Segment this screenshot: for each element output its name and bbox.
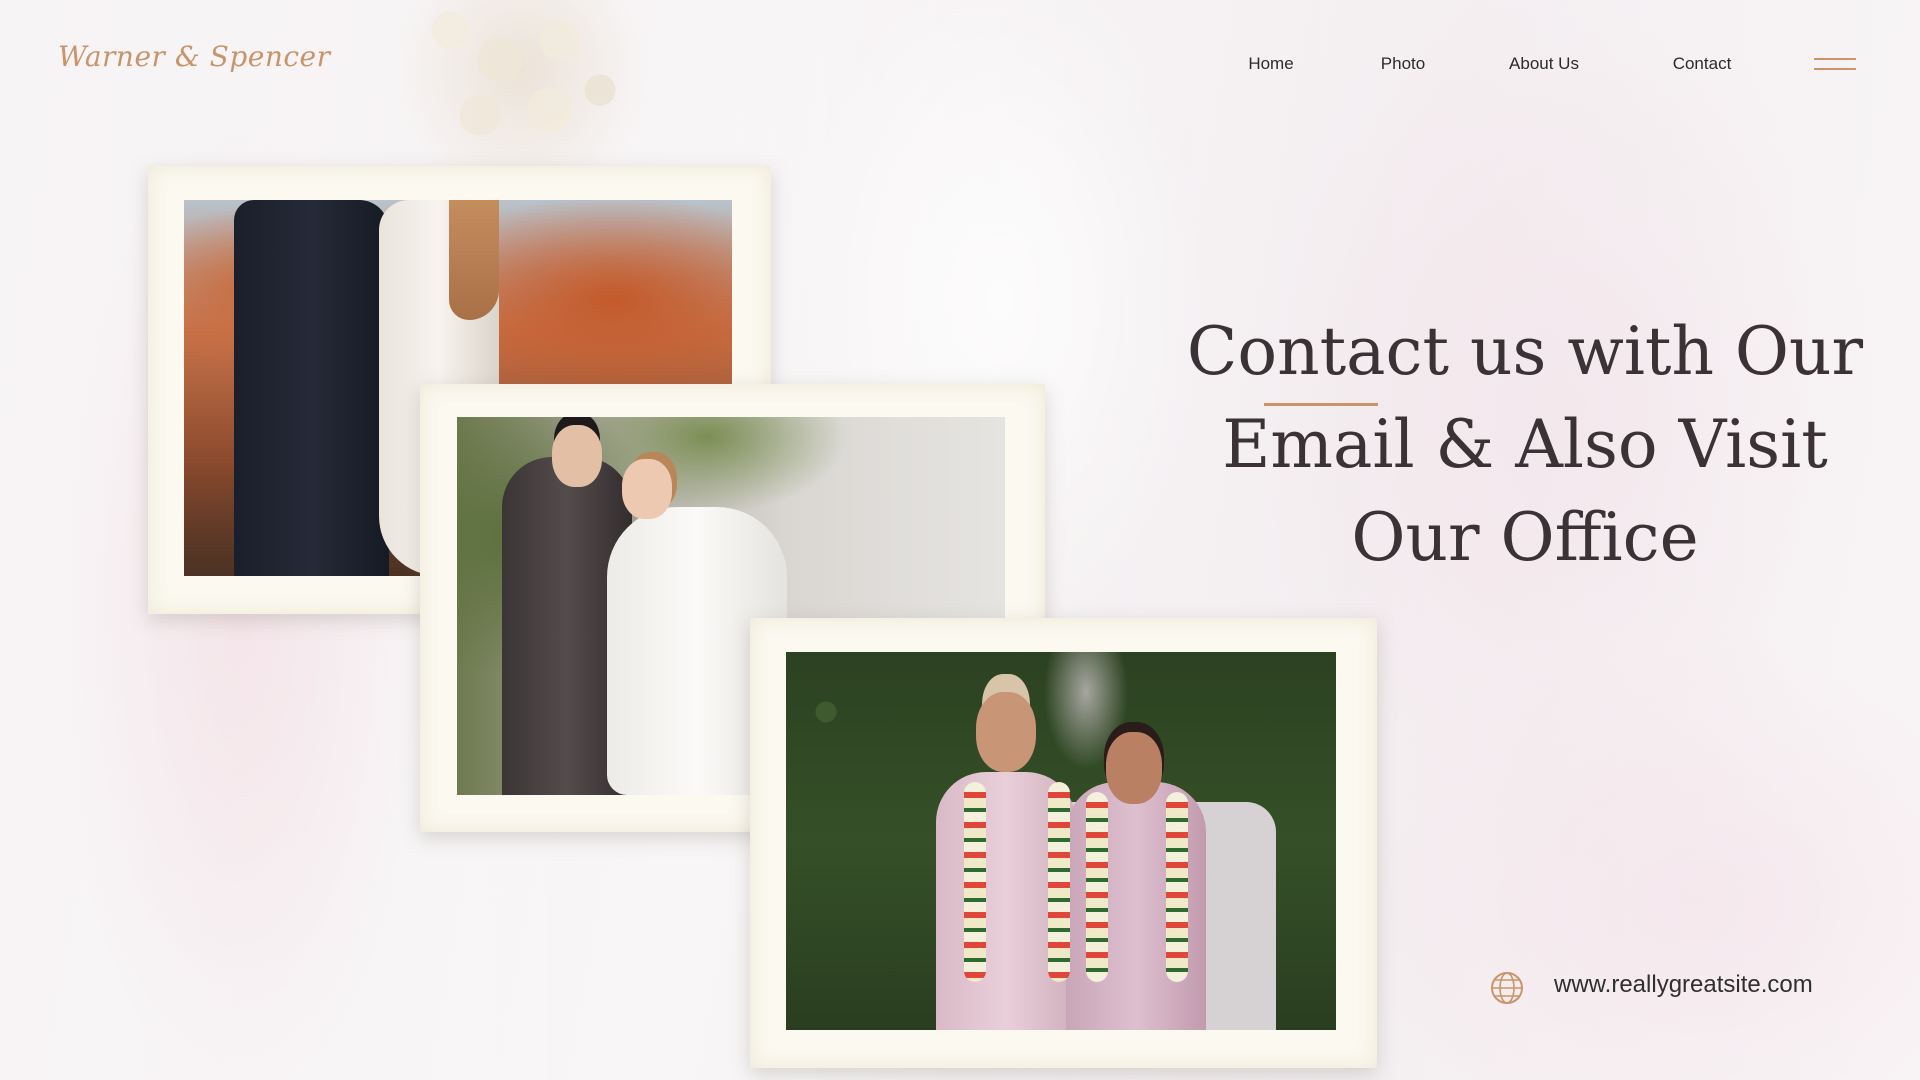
- nav-home[interactable]: Home: [1248, 54, 1293, 74]
- headline-line-2: Email & Also Visit: [1222, 406, 1828, 483]
- nav-about-us[interactable]: About Us: [1509, 54, 1579, 74]
- photo-frame-3: [750, 618, 1377, 1068]
- main-nav: Home Photo About Us Contact: [0, 54, 1920, 78]
- headline-line-3: Our Office: [1351, 499, 1699, 576]
- headline-line-1: Contact us with Our: [1186, 313, 1864, 390]
- nav-photo[interactable]: Photo: [1381, 54, 1425, 74]
- website-link[interactable]: www.reallygreatsite.com: [1554, 971, 1813, 999]
- couple-garland-photo: [786, 652, 1336, 1030]
- nav-contact[interactable]: Contact: [1673, 54, 1732, 74]
- hamburger-menu-icon[interactable]: [1814, 58, 1858, 74]
- globe-icon: [1491, 972, 1523, 1004]
- headline-accent-divider: [1264, 403, 1378, 406]
- page-headline: Contact us with Our Email & Also Visit O…: [1180, 305, 1870, 584]
